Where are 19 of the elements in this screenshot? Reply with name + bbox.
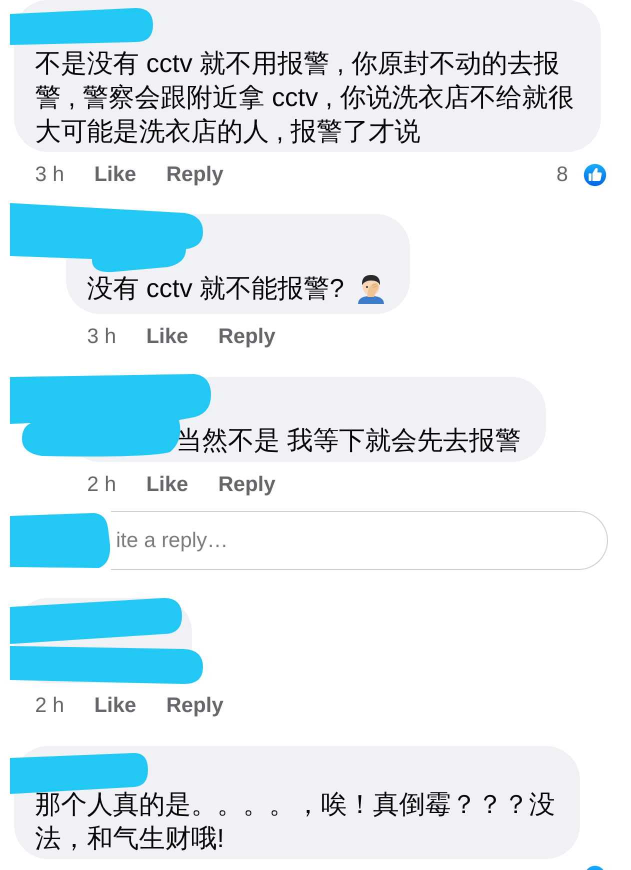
comment-time: 3 h (35, 163, 64, 187)
thumbs-up-icon (582, 162, 608, 188)
like-button[interactable]: Like (146, 325, 188, 349)
reaction-count: 8 (556, 163, 568, 187)
reply-button[interactable]: Reply (218, 325, 276, 349)
comment-time: 3 h (87, 325, 116, 349)
reply-button[interactable]: Reply (166, 163, 224, 187)
comment-text: 没有 cctv 就不能报警? (87, 272, 344, 305)
comment-time: 2 h (87, 473, 116, 497)
comment-text: 不是没有 cctv 就不用报警 , 你原封不动的去报警 , 警察会跟附近拿 cctv , 你说洗衣店不给就很大可能是洗衣店的人 , 报警了才说 (35, 47, 575, 148)
reply-button[interactable]: Reply (218, 473, 276, 497)
comment-text: 当然不是 我等下就会先去报警 (176, 424, 522, 457)
reply-button[interactable]: Reply (166, 694, 224, 718)
like-button[interactable]: Like (94, 694, 136, 718)
reply-field[interactable]: ite a reply… (111, 511, 608, 570)
comment-text: 那个人真的是。。。。，唉！真倒霉？？？没法，和气生财哦! (35, 788, 556, 855)
like-button[interactable]: Like (94, 163, 136, 187)
like-button[interactable]: Like (146, 473, 188, 497)
comment-time: 2 h (35, 694, 64, 718)
